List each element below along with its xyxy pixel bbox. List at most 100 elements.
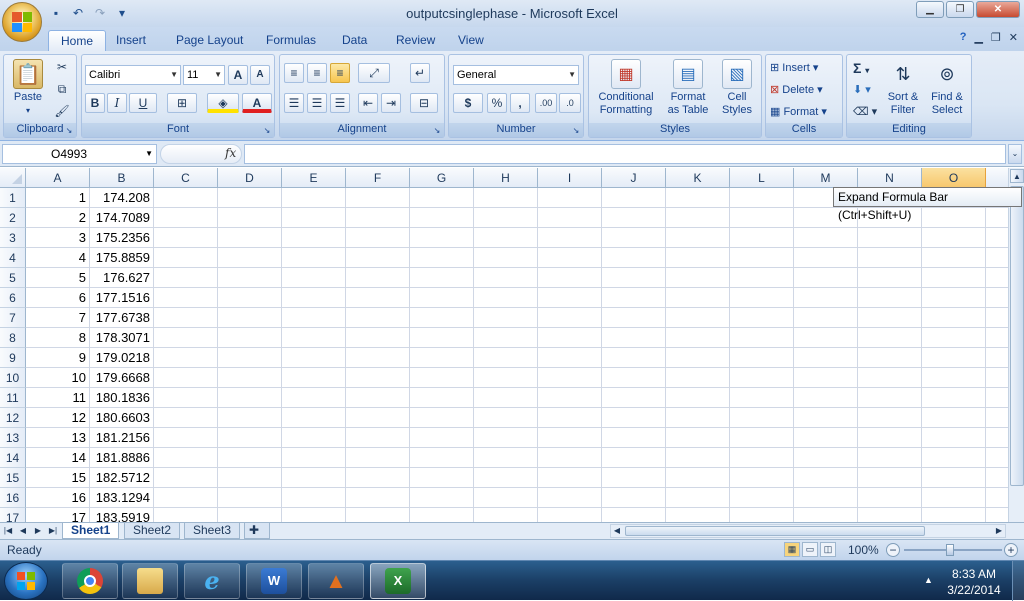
increase-decimal-button[interactable]: .00 (535, 93, 557, 113)
tab-review[interactable]: Review (384, 30, 447, 51)
cell-b[interactable]: 180.6603 (90, 408, 154, 428)
italic-button[interactable]: I (107, 93, 127, 113)
underline-button[interactable]: U (129, 93, 157, 113)
excel-icon[interactable]: X (370, 563, 426, 599)
clear-icon[interactable]: ⌫ ▾ (853, 105, 877, 119)
increase-indent-icon[interactable]: ⇥ (381, 93, 401, 113)
cell-a[interactable]: 4 (26, 248, 90, 268)
show-desktop-button[interactable] (1012, 561, 1024, 601)
align-middle-icon[interactable]: ≡ (307, 63, 327, 83)
autosum-button[interactable]: Σ ▾ (853, 61, 869, 78)
chrome-icon[interactable] (62, 563, 118, 599)
scroll-up-icon[interactable]: ▲ (1010, 169, 1024, 183)
normal-view-icon[interactable]: ▦ (784, 542, 800, 557)
conditional-formatting-button[interactable]: ▦ Conditional Formatting (591, 59, 661, 117)
cell-b[interactable]: 179.0218 (90, 348, 154, 368)
column-header-e[interactable]: E (282, 168, 346, 188)
cell-a[interactable]: 13 (26, 428, 90, 448)
format-painter-icon[interactable]: 🖌 (52, 102, 72, 122)
cell-b[interactable]: 183.5919 (90, 508, 154, 522)
restore-workbook-icon[interactable]: ❐ (991, 31, 1001, 44)
cell-b[interactable]: 183.1294 (90, 488, 154, 508)
sheet-tab-sheet1[interactable]: Sheet1 (62, 523, 120, 539)
maximize-icon[interactable]: ❐ (946, 1, 974, 18)
close-icon[interactable]: ✕ (976, 1, 1020, 18)
tab-view[interactable]: View (446, 30, 496, 51)
matlab-icon[interactable]: ▲ (308, 563, 364, 599)
sheet-tab-sheet3[interactable]: Sheet3 (184, 523, 241, 539)
column-header-partial[interactable] (986, 168, 1008, 188)
cell-b[interactable]: 175.8859 (90, 248, 154, 268)
row-header[interactable]: 14 (0, 448, 26, 468)
cell-a[interactable]: 1 (26, 188, 90, 208)
align-center-icon[interactable]: ☰ (307, 93, 327, 113)
row-header[interactable]: 11 (0, 388, 26, 408)
column-header-n[interactable]: N (858, 168, 922, 188)
zoom-level[interactable]: 100% (848, 543, 879, 557)
cell-b[interactable]: 181.8886 (90, 448, 154, 468)
column-header-h[interactable]: H (474, 168, 538, 188)
align-bottom-icon[interactable]: ≡ (330, 63, 350, 83)
column-header-m[interactable]: M (794, 168, 858, 188)
column-header-k[interactable]: K (666, 168, 730, 188)
column-header-j[interactable]: J (602, 168, 666, 188)
row-header[interactable]: 5 (0, 268, 26, 288)
last-sheet-icon[interactable]: ▶| (47, 524, 59, 538)
row-header[interactable]: 6 (0, 288, 26, 308)
row-header[interactable]: 16 (0, 488, 26, 508)
cell-a[interactable]: 6 (26, 288, 90, 308)
align-top-icon[interactable]: ≡ (284, 63, 304, 83)
scroll-left-icon[interactable]: ◀ (611, 525, 623, 537)
font-color-button[interactable]: A (242, 93, 272, 113)
column-header-g[interactable]: G (410, 168, 474, 188)
close-workbook-icon[interactable]: ✕ (1009, 31, 1018, 44)
tab-insert[interactable]: Insert (104, 30, 158, 51)
column-header-o[interactable]: O (922, 168, 986, 188)
dialog-launcher-icon[interactable]: ↘ (262, 126, 272, 136)
column-header-b[interactable]: B (90, 168, 154, 188)
format-button[interactable]: ▦ Format ▾ (770, 105, 827, 119)
formula-input[interactable] (244, 144, 1006, 164)
cell-b[interactable]: 179.6668 (90, 368, 154, 388)
format-as-table-button[interactable]: ▤ Format as Table (661, 59, 715, 117)
cell-a[interactable]: 17 (26, 508, 90, 522)
row-header[interactable]: 10 (0, 368, 26, 388)
vertical-scroll-thumb[interactable] (1010, 186, 1024, 486)
merge-center-icon[interactable]: ⊟ (410, 93, 438, 113)
cell-a[interactable]: 5 (26, 268, 90, 288)
column-header-c[interactable]: C (154, 168, 218, 188)
row-header[interactable]: 12 (0, 408, 26, 428)
horizontal-scroll-thumb[interactable] (625, 526, 925, 536)
sort-filter-button[interactable]: ⇅ Sort & Filter (881, 59, 925, 117)
first-sheet-icon[interactable]: |◀ (2, 524, 14, 538)
minimize-icon[interactable]: ▁ (916, 1, 944, 18)
wrap-text-icon[interactable]: ↵ (410, 63, 430, 83)
cell-a[interactable]: 14 (26, 448, 90, 468)
row-header[interactable]: 3 (0, 228, 26, 248)
shrink-font-button[interactable]: A (250, 65, 270, 85)
cell-b[interactable]: 182.5712 (90, 468, 154, 488)
fill-icon[interactable]: ⬇ ▾ (853, 83, 871, 97)
cell-a[interactable]: 2 (26, 208, 90, 228)
cell-a[interactable]: 12 (26, 408, 90, 428)
expand-formula-bar-icon[interactable]: ⌄ (1008, 144, 1022, 164)
cut-icon[interactable]: ✂ (52, 58, 72, 78)
insert-function-button[interactable]: fx (225, 146, 236, 160)
row-header[interactable]: 1 (0, 188, 26, 208)
minimize-workbook-icon[interactable]: ▁ (974, 31, 982, 44)
prev-sheet-icon[interactable]: ◀ (17, 524, 29, 538)
cell-a[interactable]: 7 (26, 308, 90, 328)
dialog-launcher-icon[interactable]: ↘ (571, 126, 581, 136)
paste-button[interactable]: 📋 Paste ▾ (8, 59, 48, 117)
cell-a[interactable]: 3 (26, 228, 90, 248)
cell-b[interactable]: 177.1516 (90, 288, 154, 308)
file-explorer-icon[interactable] (122, 563, 178, 599)
cell-b[interactable]: 176.627 (90, 268, 154, 288)
fill-color-icon[interactable]: ◈ (207, 93, 239, 113)
borders-icon[interactable]: ⊞ (167, 93, 197, 113)
insert-button[interactable]: ⊞ Insert ▾ (770, 61, 818, 75)
cell-styles-button[interactable]: ▧ Cell Styles (715, 59, 759, 117)
copy-icon[interactable]: ⧉ (52, 80, 72, 100)
zoom-slider-thumb[interactable] (946, 544, 954, 556)
row-header[interactable]: 8 (0, 328, 26, 348)
